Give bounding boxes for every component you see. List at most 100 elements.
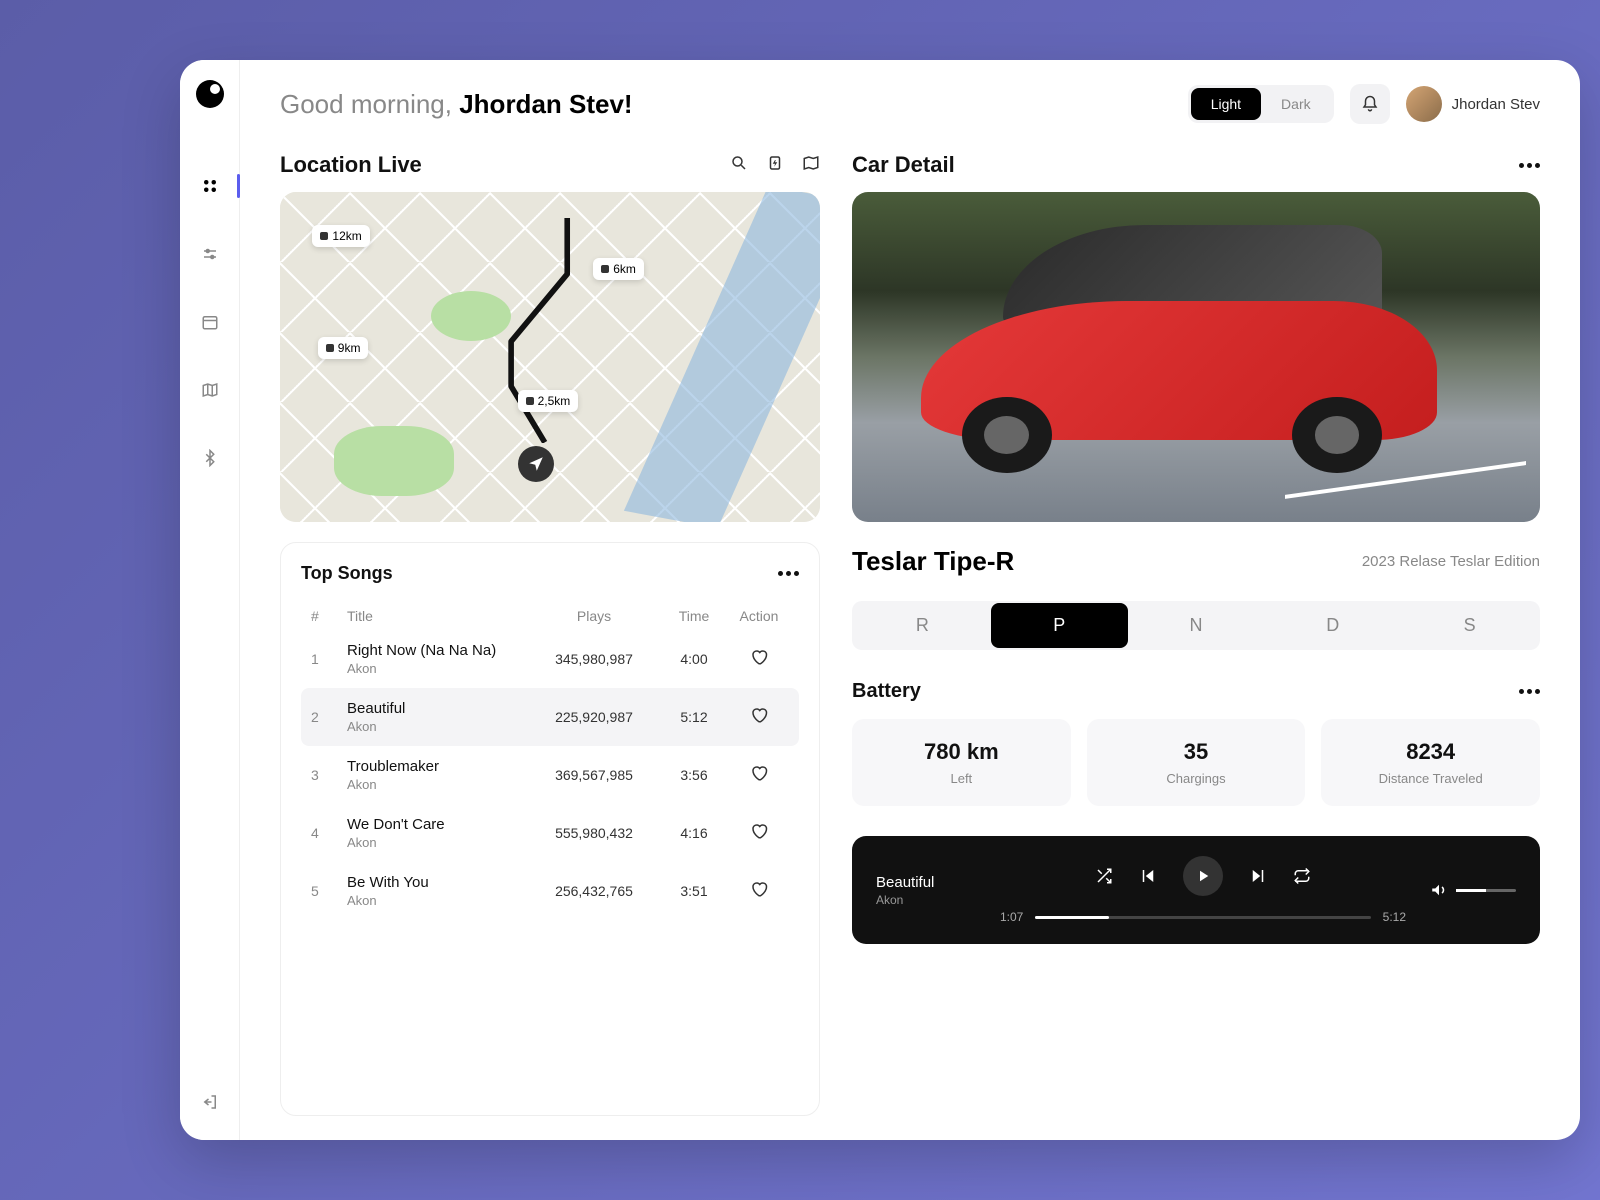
song-plays: 555,980,432	[529, 825, 659, 841]
col-time: Time	[659, 608, 729, 624]
nav-settings[interactable]	[192, 236, 228, 272]
distance-pin[interactable]: 2,5km	[518, 390, 579, 412]
player-artist: Akon	[876, 893, 976, 907]
battery-title: Battery	[852, 680, 921, 703]
song-index: 5	[311, 883, 347, 899]
notifications-button[interactable]	[1350, 84, 1390, 124]
favorite-button[interactable]	[729, 880, 789, 903]
heart-icon	[750, 880, 768, 898]
favorite-button[interactable]	[729, 706, 789, 729]
song-plays: 345,980,987	[529, 651, 659, 667]
song-row[interactable]: 4 We Don't Care Akon 555,980,432 4:16	[301, 804, 799, 862]
prev-button[interactable]	[1139, 867, 1157, 885]
progress-row: 1:07 5:12	[1000, 910, 1406, 924]
car-name: Teslar Tipe-R	[852, 546, 1014, 577]
favorite-button[interactable]	[729, 764, 789, 787]
repeat-icon	[1293, 867, 1311, 885]
song-artist: Akon	[347, 661, 529, 676]
song-row[interactable]: 1 Right Now (Na Na Na) Akon 345,980,987 …	[301, 630, 799, 688]
main-content: Good morning, Jhordan Stev! Light Dark J…	[240, 60, 1580, 1140]
player-info: Beautiful Akon	[876, 874, 976, 907]
gear-n[interactable]: N	[1128, 603, 1265, 648]
avatar	[1406, 86, 1442, 122]
heart-icon	[750, 764, 768, 782]
col-action: Action	[729, 608, 789, 624]
gear-p[interactable]: P	[991, 603, 1128, 648]
play-button[interactable]	[1183, 856, 1223, 896]
gear-s[interactable]: S	[1401, 603, 1538, 648]
skip-back-icon	[1139, 867, 1157, 885]
favorite-button[interactable]	[729, 822, 789, 845]
charging-button[interactable]	[766, 154, 784, 177]
progress-bar[interactable]	[1035, 916, 1370, 919]
favorite-button[interactable]	[729, 648, 789, 671]
header-right: Light Dark Jhordan Stev	[1188, 84, 1540, 124]
map-park	[334, 426, 454, 496]
battery-card: 35 Chargings	[1087, 719, 1306, 806]
nav-logout[interactable]	[192, 1084, 228, 1120]
sidebar	[180, 60, 240, 1140]
song-title: Troublemaker	[347, 758, 529, 775]
next-button[interactable]	[1249, 867, 1267, 885]
nav-dashboard[interactable]	[192, 168, 228, 204]
header: Good morning, Jhordan Stev! Light Dark J…	[280, 84, 1540, 124]
nav-bluetooth[interactable]	[192, 440, 228, 476]
distance-pin[interactable]: 12km	[312, 225, 369, 247]
volume-fill	[1456, 889, 1486, 892]
car-wheel	[1292, 397, 1381, 473]
battery-value: 35	[1107, 739, 1286, 765]
volume-bar[interactable]	[1456, 889, 1516, 892]
battery-label: Distance Traveled	[1341, 771, 1520, 786]
song-row[interactable]: 5 Be With You Akon 256,432,765 3:51	[301, 862, 799, 920]
song-title: We Don't Care	[347, 816, 529, 833]
song-row[interactable]: 2 Beautiful Akon 225,920,987 5:12	[301, 688, 799, 746]
user-name: Jhordan Stev	[1452, 96, 1540, 113]
greeting: Good morning, Jhordan Stev!	[280, 89, 633, 120]
player-track: Beautiful	[876, 874, 976, 891]
car-wheel	[962, 397, 1051, 473]
battery-cards: 780 km Left35 Chargings8234 Distance Tra…	[852, 719, 1540, 806]
heart-icon	[750, 648, 768, 666]
gear-d[interactable]: D	[1264, 603, 1401, 648]
distance-pin[interactable]: 9km	[318, 337, 369, 359]
gear-r[interactable]: R	[854, 603, 991, 648]
theme-light-button[interactable]: Light	[1191, 88, 1261, 120]
car-name-row: Teslar Tipe-R 2023 Relase Teslar Edition	[852, 546, 1540, 577]
theme-dark-button[interactable]: Dark	[1261, 88, 1331, 120]
song-time: 3:51	[659, 883, 729, 899]
song-title: Be With You	[347, 874, 529, 891]
theme-toggle: Light Dark	[1188, 85, 1334, 123]
mapview-button[interactable]	[802, 154, 820, 177]
location-title: Location Live	[280, 152, 422, 178]
song-row[interactable]: 3 Troublemaker Akon 369,567,985 3:56	[301, 746, 799, 804]
song-meta: Troublemaker Akon	[347, 758, 529, 792]
nav-calendar[interactable]	[192, 304, 228, 340]
user-chip[interactable]: Jhordan Stev	[1406, 86, 1540, 122]
map[interactable]: 12km 6km 9km 2,5km	[280, 192, 820, 522]
car-more-button[interactable]	[1519, 163, 1540, 168]
left-column: Location Live	[280, 152, 820, 1116]
heart-icon	[750, 706, 768, 724]
song-artist: Akon	[347, 777, 529, 792]
song-plays: 256,432,765	[529, 883, 659, 899]
content-grid: Location Live	[280, 152, 1540, 1116]
repeat-button[interactable]	[1293, 867, 1311, 885]
songs-more-button[interactable]	[778, 571, 799, 576]
gear-selector: RPNDS	[852, 601, 1540, 650]
play-icon	[1194, 867, 1212, 885]
car-header: Car Detail	[852, 152, 1540, 178]
player-controls	[1095, 856, 1311, 896]
song-time: 5:12	[659, 709, 729, 725]
nav-map[interactable]	[192, 372, 228, 408]
col-plays: Plays	[529, 608, 659, 624]
greeting-prefix: Good morning,	[280, 89, 459, 119]
charging-icon	[766, 154, 784, 172]
song-plays: 225,920,987	[529, 709, 659, 725]
battery-more-button[interactable]	[1519, 689, 1540, 694]
battery-value: 780 km	[872, 739, 1051, 765]
search-button[interactable]	[730, 154, 748, 177]
distance-pin[interactable]: 6km	[593, 258, 644, 280]
shuffle-button[interactable]	[1095, 867, 1113, 885]
song-time: 3:56	[659, 767, 729, 783]
nav-items	[192, 168, 228, 1084]
